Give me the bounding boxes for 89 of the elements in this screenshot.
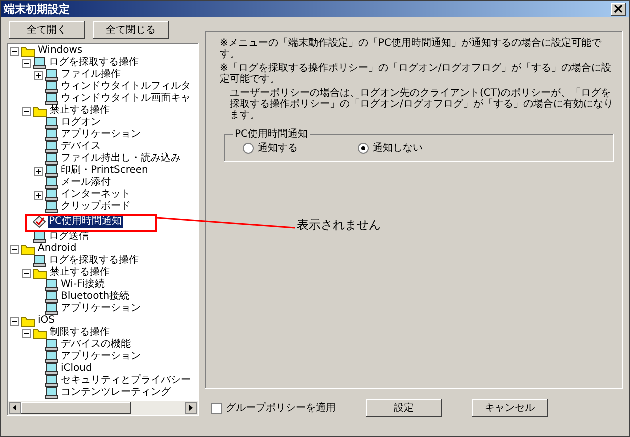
- scrollbar-thumb[interactable]: [21, 402, 131, 414]
- computer-icon: [45, 165, 58, 177]
- computer-icon: [45, 387, 58, 399]
- tree-item[interactable]: クリップボード: [60, 201, 132, 213]
- tree-item[interactable]: アプリケーション: [60, 351, 142, 363]
- folder-icon: [33, 268, 47, 278]
- computer-icon: [45, 69, 58, 81]
- computer-icon: [45, 81, 58, 93]
- radio-button[interactable]: [358, 142, 369, 154]
- dialog-button[interactable]: キャンセル: [472, 399, 548, 417]
- checkbox-label[interactable]: グループポリシーを適用: [226, 401, 336, 415]
- tree-item[interactable]: PC使用時間通知: [48, 216, 124, 228]
- computer-icon: [45, 177, 58, 189]
- computer-icon: [45, 189, 58, 201]
- radio-button[interactable]: [243, 142, 254, 154]
- expand-icon[interactable]: [34, 190, 43, 200]
- tree-item[interactable]: インターネット: [60, 189, 132, 201]
- collapse-icon[interactable]: [10, 244, 19, 254]
- collapse-icon[interactable]: [10, 46, 19, 56]
- tree-item[interactable]: Windows: [37, 45, 84, 57]
- close-icon: [614, 5, 623, 13]
- computer-icon: [45, 375, 58, 387]
- group-title: PC使用時間通知: [234, 128, 310, 141]
- tree-item[interactable]: デバイス: [60, 141, 102, 153]
- tree-item[interactable]: メール添付: [60, 177, 112, 189]
- tree-item[interactable]: デバイスの機能: [60, 339, 132, 351]
- tree-item[interactable]: 禁止する操作: [49, 105, 111, 117]
- tree-item[interactable]: コンテンツレーティング: [60, 387, 172, 399]
- scroll-right-icon[interactable]: [185, 402, 197, 414]
- tree-item[interactable]: ウィンドウタイトル画面キャ: [60, 93, 192, 105]
- tree-item[interactable]: Wi-Fi接続: [60, 279, 106, 291]
- window-title: 端末初期設定: [4, 2, 70, 16]
- tree-item[interactable]: ファイル操作: [60, 69, 122, 81]
- computer-icon: [45, 129, 58, 141]
- collapse-icon[interactable]: [22, 58, 31, 68]
- folder-icon: [33, 106, 47, 116]
- folder-icon: [21, 244, 35, 254]
- computer-icon: [45, 141, 58, 153]
- note-text: ※メニューの「端末動作設定」の「PC使用時間通知」が通知するの場合に設定可能です。: [220, 38, 602, 60]
- computer-icon: [45, 303, 58, 315]
- tree-item[interactable]: iCloud: [60, 363, 94, 375]
- tree-item[interactable]: ログを採取する操作: [48, 255, 140, 267]
- tree-item[interactable]: ファイル持出し・読み込み: [60, 153, 182, 165]
- toolbar-button[interactable]: 全て閉じる: [93, 21, 169, 39]
- scroll-left-icon[interactable]: [9, 402, 21, 414]
- close-button[interactable]: [611, 2, 626, 16]
- expand-icon[interactable]: [34, 166, 43, 176]
- tree-item[interactable]: アプリケーション: [60, 303, 142, 315]
- computer-icon: [33, 57, 46, 69]
- checkbox[interactable]: [211, 402, 222, 414]
- tree-item[interactable]: Android: [37, 243, 78, 255]
- horizontal-scrollbar[interactable]: [8, 401, 198, 415]
- tree-item[interactable]: 禁止する操作: [49, 267, 111, 279]
- tree-item[interactable]: Bluetooth接続: [60, 291, 131, 303]
- tree-item[interactable]: 制限する操作: [49, 327, 111, 339]
- computer-icon: [45, 93, 58, 105]
- note-text: ユーザーポリシーの場合は、ログオン先のクライアント(CT)のポリシーが、「ログを採取する操作ポリシー」の「ログオン/ログオフログ」が「する」の場合に有効になります。: [229, 88, 614, 121]
- folder-icon: [33, 328, 47, 338]
- computer-icon: [45, 351, 58, 363]
- callout-text: 表示されません: [297, 217, 381, 234]
- tree-item[interactable]: ウィンドウタイトルフィルタ: [60, 81, 192, 93]
- computer-icon: [33, 255, 46, 267]
- note-text: ※「ログを採取する操作ポリシー」の「ログオン/ログオフログ」が「する」の場合に設定可能です。: [220, 63, 613, 85]
- computer-icon: [45, 201, 58, 213]
- collapse-icon[interactable]: [22, 268, 31, 278]
- computer-icon: [33, 231, 46, 243]
- tree-item[interactable]: ログを採取する操作: [48, 57, 140, 69]
- computer-icon: [45, 117, 58, 129]
- folder-icon: [21, 46, 35, 56]
- diamond-check-icon: [33, 216, 46, 228]
- tree-item[interactable]: セキュリティとプライバシー: [60, 375, 192, 387]
- toolbar-button[interactable]: 全て開く: [9, 21, 85, 39]
- collapse-icon[interactable]: [22, 106, 31, 116]
- tree-item[interactable]: iOS: [37, 315, 56, 327]
- radio-label[interactable]: 通知しない: [373, 141, 423, 155]
- computer-icon: [45, 363, 58, 375]
- computer-icon: [45, 279, 58, 291]
- dialog-button[interactable]: 設定: [366, 399, 442, 417]
- collapse-icon[interactable]: [10, 316, 19, 326]
- computer-icon: [45, 339, 58, 351]
- tree-item[interactable]: アプリケーション: [60, 129, 142, 141]
- folder-icon: [21, 316, 35, 326]
- tree-item[interactable]: ログオン: [60, 117, 102, 129]
- computer-icon: [45, 153, 58, 165]
- radio-label[interactable]: 通知する: [258, 141, 298, 155]
- expand-icon[interactable]: [34, 70, 43, 80]
- computer-icon: [45, 291, 58, 303]
- collapse-icon[interactable]: [22, 328, 31, 338]
- tree-item[interactable]: 印刷・PrintScreen: [60, 165, 150, 177]
